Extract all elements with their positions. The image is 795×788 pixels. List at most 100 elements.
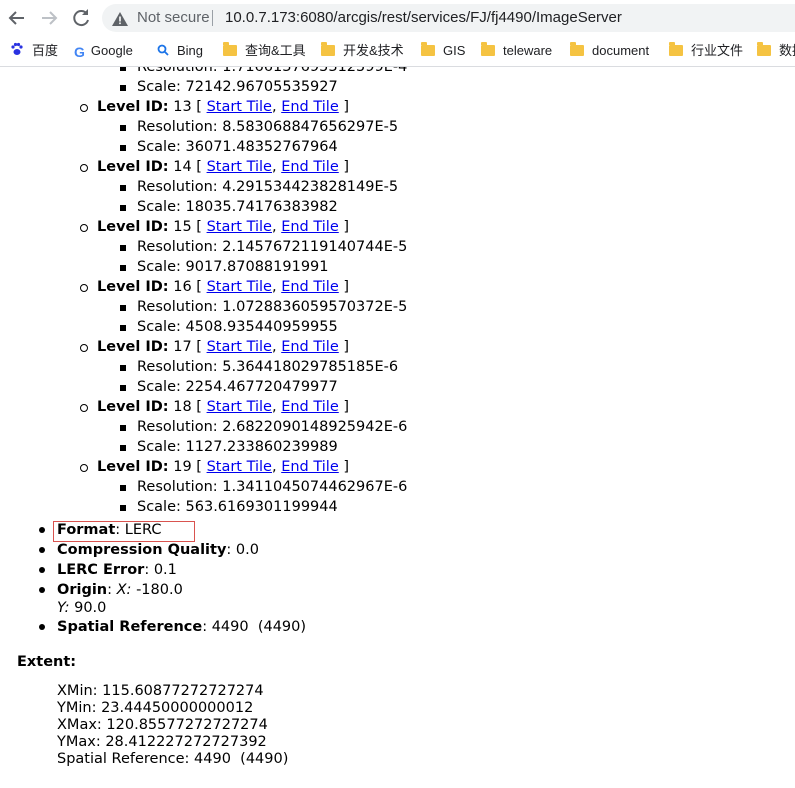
origin-y-row: Y: 90.0 [57, 598, 106, 618]
bullet-square [120, 505, 126, 511]
end-tile-link[interactable]: End Tile [281, 339, 339, 355]
level-row: Level ID: 16 [ Start Tile, End Tile ] [97, 279, 350, 295]
start-tile-link[interactable]: Start Tile [207, 459, 272, 475]
bookmark-label: 数据 [779, 43, 795, 58]
bookmarks-bar: 百度 G Google Bing 查询&工具 开发&技术 GIS teleware… [0, 36, 795, 67]
bullet-square [120, 485, 126, 491]
resolution-value: 1.0728836059570372E-5 [222, 299, 408, 315]
level-id-label: Level ID: [97, 399, 169, 415]
end-tile-link[interactable]: End Tile [281, 159, 339, 175]
bullet-square [120, 67, 126, 71]
bullet-circle [80, 104, 88, 112]
not-secure-label[interactable]: Not secure [137, 9, 210, 26]
address-bar[interactable]: Not secure 10.0.7.173:6080/arcgis/rest/s… [102, 4, 795, 32]
bookmark-google[interactable]: G Google [74, 42, 133, 60]
scale-label: Scale: [137, 79, 181, 95]
divider [212, 10, 213, 26]
compression-label: Compression Quality [57, 542, 227, 558]
bullet-circle [80, 464, 88, 472]
resolution-line: Resolution: 1.7166137695312599E-4 [137, 67, 407, 77]
start-tile-link[interactable]: Start Tile [207, 339, 272, 355]
scale-label: Scale: [137, 259, 181, 275]
search-icon [157, 43, 169, 61]
spatial-reference-value: 4490 (4490) [211, 619, 307, 635]
reload-icon[interactable] [69, 6, 93, 30]
bookmark-label: document [592, 43, 650, 58]
resolution-value: 2.1457672119140744E-5 [222, 239, 408, 255]
level-row: Level ID: 17 [ Start Tile, End Tile ] [97, 339, 350, 355]
start-tile-link[interactable]: Start Tile [207, 279, 272, 295]
scale-line: Scale: 1127.233860239989 [137, 437, 338, 457]
level-id-label: Level ID: [97, 159, 169, 175]
bookmark-folder-dev[interactable]: 开发&技术 [321, 42, 404, 60]
bookmark-bing[interactable]: Bing [157, 42, 203, 60]
end-tile-link[interactable]: End Tile [281, 399, 339, 415]
end-tile-link[interactable]: End Tile [281, 459, 339, 475]
scale-value: 9017.87088191991 [185, 259, 329, 275]
page-content: Resolution: 1.7166137695312599E-4 Scale:… [0, 67, 795, 788]
scale-value: 18035.74176383982 [185, 199, 338, 215]
bookmark-folder-document[interactable]: document [570, 42, 649, 60]
compression-value: 0.0 [235, 542, 259, 558]
bookmark-folder-teleware[interactable]: teleware [481, 42, 552, 60]
folder-icon [481, 42, 495, 57]
bullet-square [120, 265, 126, 271]
scale-line: Scale: 2254.467720479977 [137, 377, 338, 397]
format-value: LERC [124, 522, 162, 538]
bookmark-label: GIS [443, 43, 466, 58]
resolution-value: 2.6822090148925942E-6 [222, 419, 408, 435]
bullet-disc [39, 547, 45, 553]
extent-heading-text: Extent: [17, 654, 77, 670]
folder-icon [421, 42, 435, 57]
extent-spatial-reference: Spatial Reference: 4490 (4490) [57, 751, 289, 767]
bookmark-folder-industry[interactable]: 行业文件 [669, 42, 743, 60]
resolution-value: 1.3411045074462967E-6 [222, 479, 408, 495]
level-row: Level ID: 15 [ Start Tile, End Tile ] [97, 219, 350, 235]
format-label: Format [57, 522, 116, 538]
folder-icon [321, 42, 335, 57]
start-tile-link[interactable]: Start Tile [207, 159, 272, 175]
resolution-label: Resolution: [137, 119, 218, 135]
url-text[interactable]: 10.0.7.173:6080/arcgis/rest/services/FJ/… [225, 9, 622, 26]
bullet-circle [80, 284, 88, 292]
resolution-line: Resolution: 8.583068847656297E-5 [137, 117, 398, 137]
resolution-line: Resolution: 5.364418029785185E-6 [137, 357, 398, 377]
extent-xmin: XMin: 115.60877272727274 [57, 683, 264, 699]
level-row: Level ID: 18 [ Start Tile, End Tile ] [97, 399, 350, 415]
level-row: Level ID: 19 [ Start Tile, End Tile ] [97, 459, 350, 475]
bookmark-label: 行业文件 [691, 43, 744, 58]
bullet-square [120, 125, 126, 131]
forward-arrow-icon[interactable] [37, 6, 61, 30]
bookmark-folder-data[interactable]: 数据 [757, 42, 795, 60]
resolution-line: Resolution: 2.1457672119140744E-5 [137, 237, 407, 257]
resolution-label: Resolution: [137, 67, 218, 75]
extent-ymax: YMax: 28.412227272727392 [57, 734, 267, 750]
scale-label: Scale: [137, 199, 181, 215]
start-tile-link[interactable]: Start Tile [207, 219, 272, 235]
resolution-value: 5.364418029785185E-6 [222, 359, 399, 375]
bullet-square [120, 305, 126, 311]
bookmark-folder-gis[interactable]: GIS [421, 42, 465, 60]
bullet-disc [39, 587, 45, 593]
folder-icon [757, 42, 771, 57]
start-tile-link[interactable]: Start Tile [207, 99, 272, 115]
end-tile-link[interactable]: End Tile [281, 219, 339, 235]
bookmark-label: teleware [503, 43, 553, 58]
bookmark-baidu[interactable]: 百度 [10, 42, 58, 60]
end-tile-link[interactable]: End Tile [281, 99, 339, 115]
back-arrow-icon[interactable] [5, 6, 29, 30]
compression-row: Compression Quality: 0.0 [57, 542, 259, 558]
folder-icon [570, 42, 584, 57]
folder-icon [223, 42, 237, 57]
bullet-disc [39, 527, 45, 533]
end-tile-link[interactable]: End Tile [281, 279, 339, 295]
bullet-square [120, 245, 126, 251]
bullet-square [120, 325, 126, 331]
spatial-reference-row: Spatial Reference: 4490 (4490) [57, 619, 307, 635]
scale-value: 1127.233860239989 [185, 439, 338, 455]
start-tile-link[interactable]: Start Tile [207, 399, 272, 415]
lerc-error-row: LERC Error: 0.1 [57, 562, 177, 578]
bookmark-folder-tools[interactable]: 查询&工具 [223, 42, 306, 60]
extent-ymin: YMin: 23.44450000000012 [57, 700, 254, 716]
level-row: Level ID: 13 [ Start Tile, End Tile ] [97, 99, 350, 115]
